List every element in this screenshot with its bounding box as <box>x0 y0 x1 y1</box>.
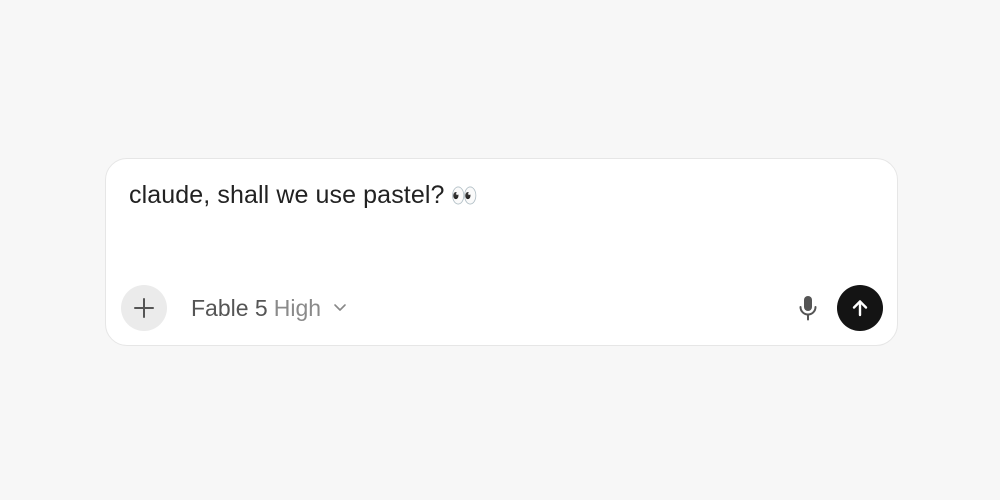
message-input[interactable]: claude, shall we use pastel? 👀 <box>129 181 478 210</box>
chevron-down-icon <box>333 303 347 313</box>
message-text: claude, shall we use pastel? <box>129 181 445 209</box>
model-selector[interactable]: Fable 5 High <box>191 293 347 323</box>
voice-input-button[interactable] <box>793 292 823 324</box>
model-level: High <box>273 294 322 321</box>
plus-icon <box>134 298 154 318</box>
send-button[interactable] <box>837 285 883 331</box>
arrow-up-icon <box>852 300 868 317</box>
add-attachment-button[interactable] <box>121 285 167 331</box>
eyes-emoji: 👀 <box>450 184 478 209</box>
microphone-icon <box>799 296 817 321</box>
message-composer[interactable]: claude, shall we use pastel? 👀 Fable 5 Hi… <box>105 158 898 346</box>
model-name: Fable 5 <box>191 294 268 321</box>
